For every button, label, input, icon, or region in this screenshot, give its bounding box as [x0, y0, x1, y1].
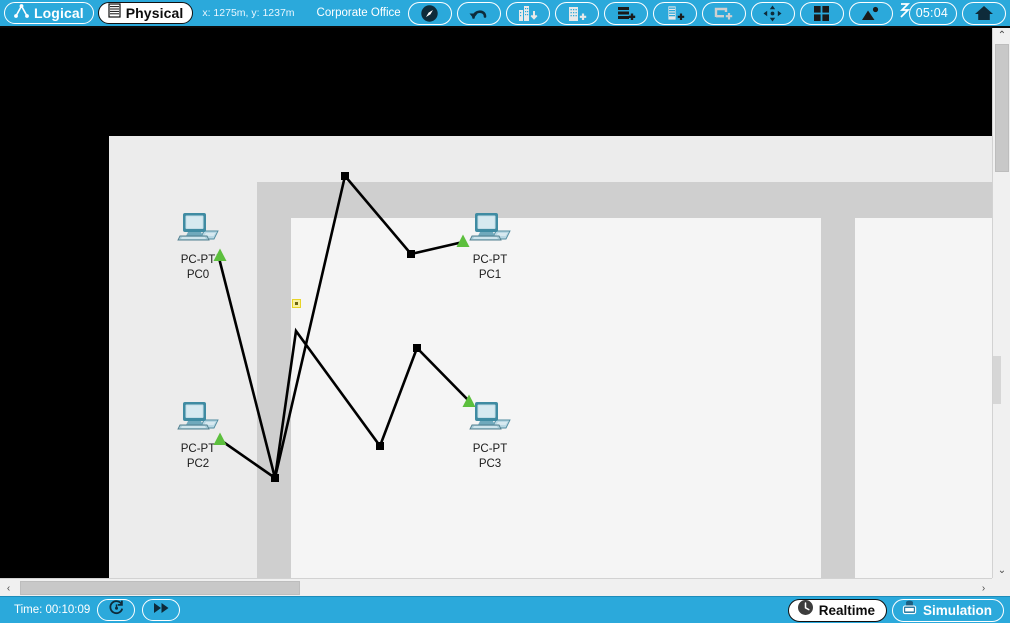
status-bar: Time: 00:10:09 Realtime Simulation [0, 596, 1010, 623]
closet-rack-plus-icon [664, 4, 686, 22]
pan-tool-button[interactable] [750, 1, 795, 25]
new-city-button[interactable] [554, 1, 599, 25]
power-cycle-button[interactable] [97, 599, 136, 621]
clock-icon [797, 599, 814, 621]
four-square-grid-icon [812, 4, 831, 23]
cable-bend-point[interactable] [407, 250, 415, 258]
mode-toggle-group: Realtime Simulation [783, 598, 1010, 622]
cable-bend-point[interactable] [271, 474, 279, 482]
tab-physical-label: Physical [125, 5, 184, 21]
city-move-icon [517, 4, 539, 22]
cable-layer [216, 172, 471, 482]
cable-selection-marker[interactable] [292, 299, 301, 308]
tab-physical[interactable]: Physical [97, 2, 194, 24]
device-label: PC-PT PC1 [472, 254, 508, 281]
move-four-arrows-icon [762, 4, 783, 23]
cable-bend-point[interactable] [376, 442, 384, 450]
horizontal-scroll-thumb[interactable] [20, 581, 300, 595]
simulation-mode-button[interactable]: Simulation [891, 598, 1004, 622]
cable-bend-point[interactable] [341, 172, 349, 180]
vertical-scrollbar[interactable]: ⌃ ⌄ [992, 28, 1010, 578]
device-label: PC-PT PC2 [180, 443, 216, 470]
workspace: PC-PT PC0 PC-PT PC1 PC-PT PC2 PC-PT PC3 [0, 28, 1010, 598]
shelf-plus-icon [713, 4, 735, 22]
cable-pc1-bend[interactable] [344, 175, 464, 256]
logical-topology-icon [14, 3, 29, 23]
picture-icon [860, 5, 882, 22]
clock-time: 05:04 [915, 6, 948, 20]
device-label: PC-PT PC3 [472, 443, 508, 470]
simulation-time-label: Time: 00:10:09 [14, 604, 91, 616]
rack-plus-icon [615, 4, 637, 22]
pc-desktop-icon [174, 209, 222, 249]
home-button[interactable] [962, 1, 1006, 25]
packet-tracer-window: Logical Physical x: 1275m, y: 1237m Corp… [0, 0, 1010, 623]
tab-logical[interactable]: Logical [4, 2, 94, 24]
vertical-scroll-tick [993, 356, 1001, 404]
cable-bend-point[interactable] [413, 344, 421, 352]
top-toolbar: Logical Physical x: 1275m, y: 1237m Corp… [0, 0, 1010, 28]
undo-arrow-icon [468, 5, 489, 22]
move-object-button[interactable] [505, 1, 550, 25]
navigate-button[interactable] [407, 1, 452, 25]
new-building-button[interactable] [603, 1, 648, 25]
new-closet-button[interactable] [652, 1, 697, 25]
fast-forward-button[interactable] [142, 599, 181, 621]
pc-desktop-icon [466, 209, 514, 249]
realtime-mode-label: Realtime [818, 602, 875, 618]
back-button[interactable] [456, 1, 501, 25]
simulation-mode-label: Simulation [922, 602, 992, 618]
reset-clock-icon [108, 599, 125, 621]
envelope-stack-icon [901, 599, 918, 621]
scrollbar-corner [992, 578, 1010, 596]
coordinates-readout: x: 1275m, y: 1237m [202, 7, 295, 19]
physical-workspace-canvas[interactable]: PC-PT PC0 PC-PT PC1 PC-PT PC2 PC-PT PC3 [0, 28, 992, 578]
scroll-right-arrow[interactable]: › [975, 579, 992, 597]
horizontal-scrollbar[interactable]: ‹ › [0, 578, 992, 596]
backdrop-button[interactable] [848, 1, 893, 25]
grid-button[interactable] [799, 1, 844, 25]
clock-pill[interactable]: 05:04 [908, 1, 957, 25]
realtime-mode-button[interactable]: Realtime [787, 598, 887, 622]
building-plus-icon [566, 4, 588, 22]
fast-forward-icon [152, 601, 171, 620]
physical-rack-icon [108, 3, 121, 23]
home-icon [974, 4, 994, 22]
compass-icon [420, 4, 439, 23]
location-label: Corporate Office [316, 7, 401, 19]
scroll-up-arrow[interactable]: ⌃ [993, 28, 1010, 43]
new-device-button[interactable] [701, 1, 746, 25]
device-label: PC-PT PC0 [180, 254, 216, 281]
vertical-scroll-thumb[interactable] [995, 44, 1009, 172]
scroll-left-arrow[interactable]: ‹ [0, 579, 17, 597]
scroll-down-arrow[interactable]: ⌄ [993, 563, 1010, 578]
simulation-clock[interactable]: 05:04 [898, 1, 957, 25]
tab-logical-label: Logical [34, 5, 84, 21]
